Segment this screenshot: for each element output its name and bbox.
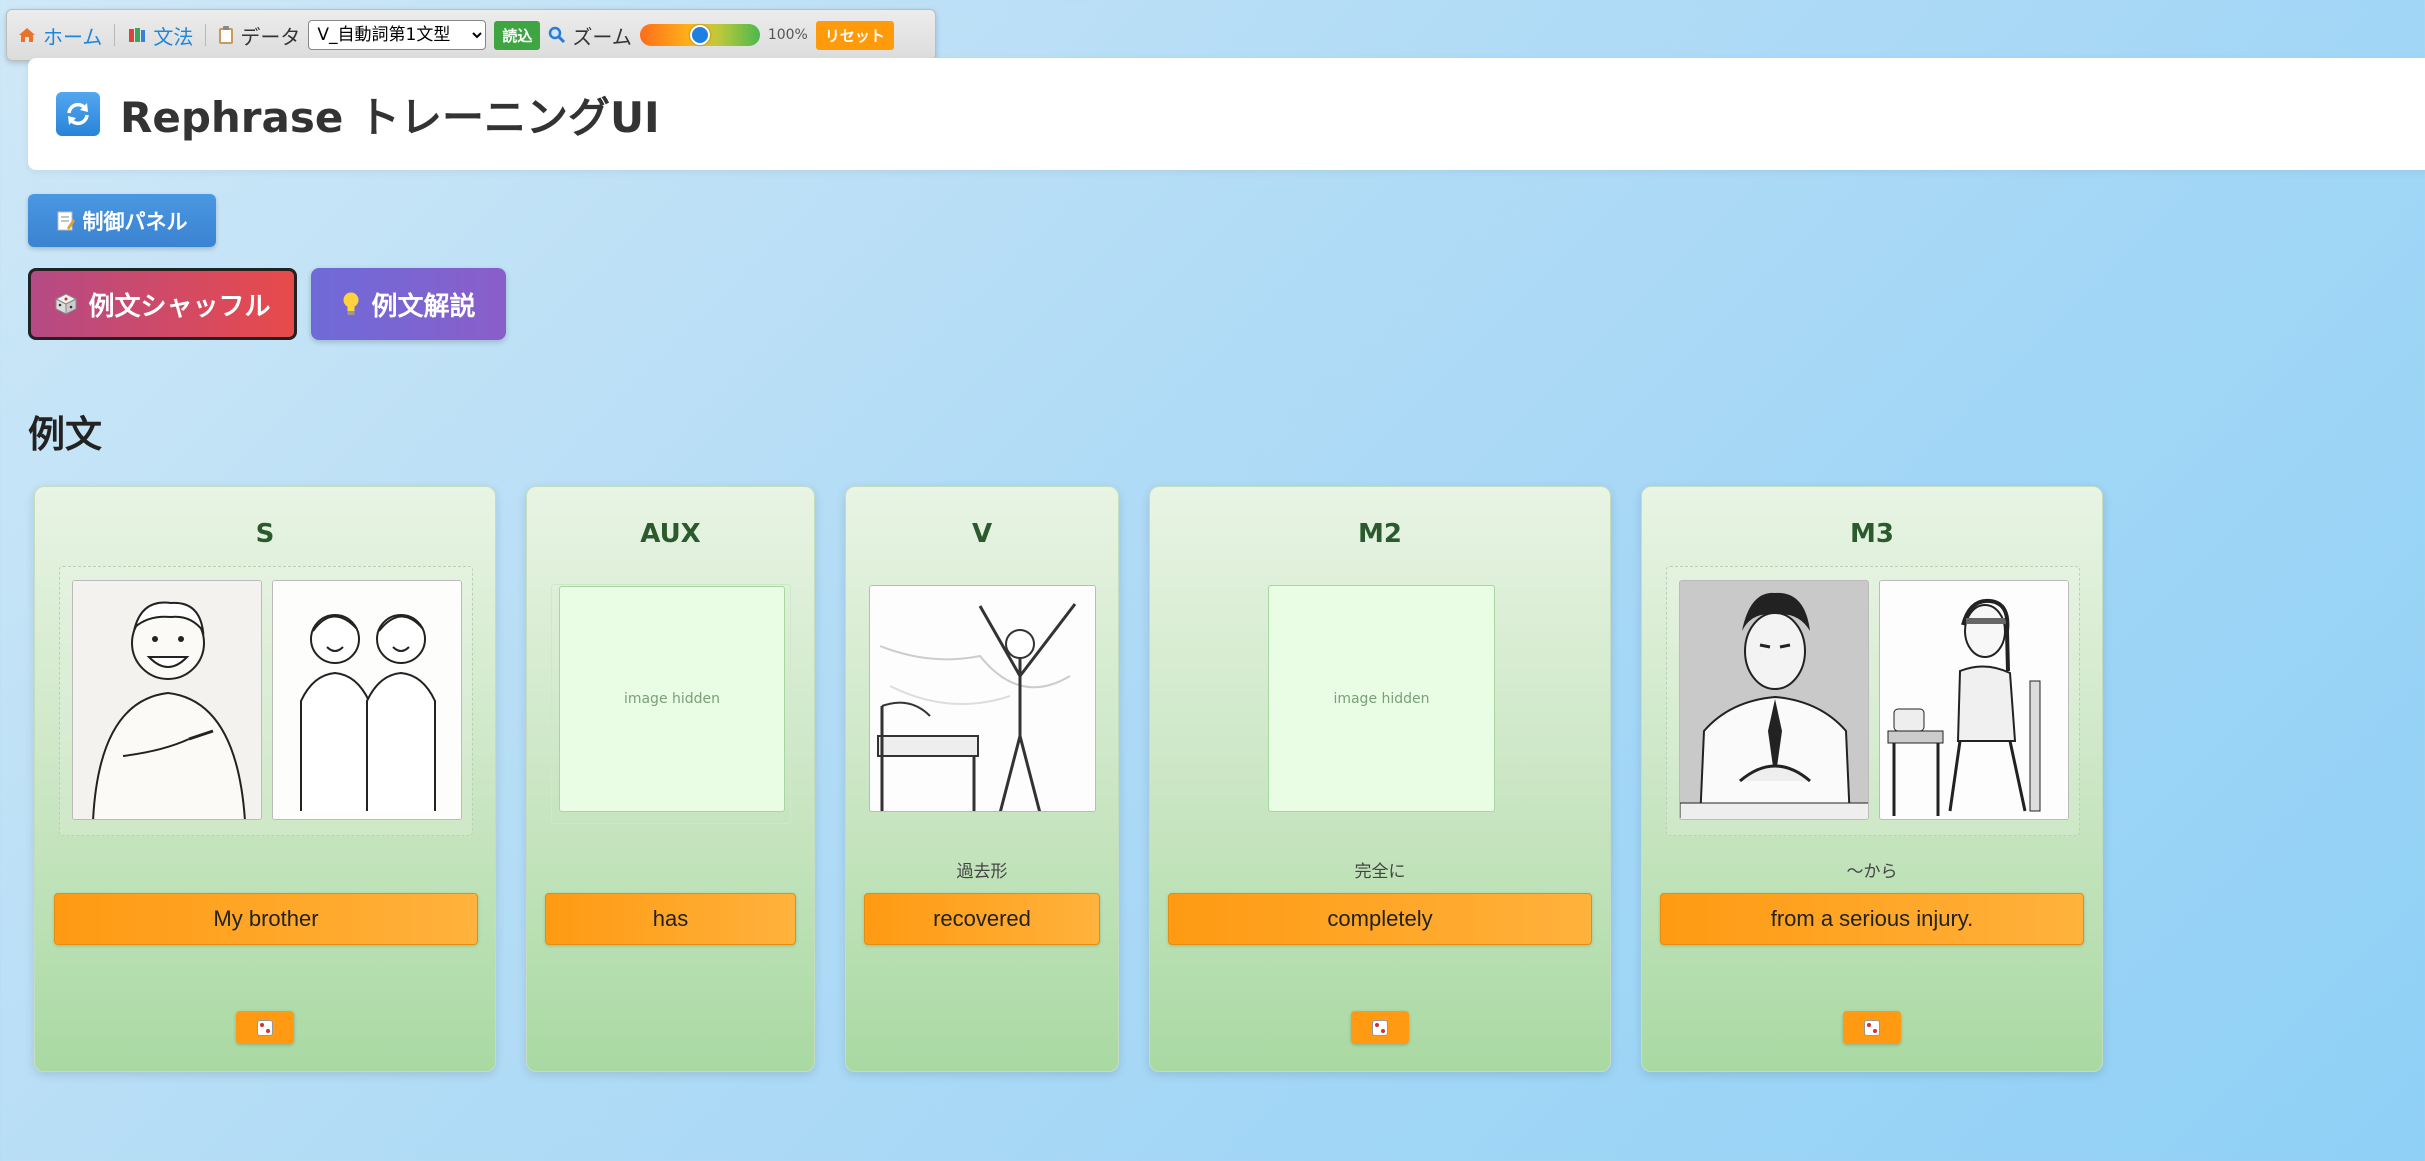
grammar-label: 文法 — [153, 24, 194, 49]
home-icon — [17, 25, 37, 45]
explain-label: 例文解説 — [371, 291, 476, 322]
control-panel-label: 制御パネル — [82, 209, 188, 234]
dice-icon — [1372, 1019, 1388, 1036]
explain-examples-button[interactable]: 例文解説 — [311, 268, 506, 340]
zoom-slider[interactable] — [639, 24, 760, 46]
slot-label: AUX — [640, 519, 701, 549]
hidden-image-placeholder: image hidden — [1268, 585, 1495, 812]
shuffle-examples-button[interactable]: 例文シャッフル — [28, 268, 297, 340]
dice-icon — [257, 1019, 273, 1036]
slot-image-group — [1666, 566, 2080, 836]
slot-card-aux: AUX image hidden has — [526, 486, 815, 1072]
slot-word[interactable]: My brother — [54, 893, 478, 945]
magnifier-icon — [548, 26, 566, 44]
top-toolbar: ホーム 文法 データ V_自動詞第1文型 読込 ズーム 100% リセット — [6, 9, 936, 61]
zoom-slider-thumb[interactable] — [689, 25, 710, 45]
shuffle-label: 例文シャッフル — [88, 291, 271, 322]
control-panel-button[interactable]: 制御パネル — [28, 194, 216, 247]
slot-label: V — [971, 519, 993, 549]
toolbar-divider — [205, 24, 207, 46]
zoom-value: 100% — [767, 27, 808, 43]
man-pointing-illustration — [72, 580, 262, 820]
slot-card-m3: M3 〜から from a serious injury. — [1641, 486, 2103, 1072]
slot-card-v: V 過去形 recovered — [845, 486, 1119, 1072]
slot-card-s: S My brother — [34, 486, 496, 1072]
data-label: データ — [240, 24, 301, 49]
zoom-label: ズーム — [572, 24, 632, 49]
zoom-label-group: ズーム — [548, 21, 632, 50]
slot-shuffle-button[interactable] — [1351, 1011, 1409, 1044]
slot-word[interactable]: from a serious injury. — [1660, 893, 2084, 945]
slot-sublabel: 過去形 — [956, 862, 1008, 882]
data-select[interactable]: V_自動詞第1文型 — [308, 20, 487, 50]
slot-shuffle-button[interactable] — [236, 1011, 294, 1044]
toolbar-divider — [114, 24, 116, 46]
dice-icon — [54, 292, 78, 316]
hidden-image-placeholder: image hidden — [559, 586, 785, 812]
two-brothers-illustration — [272, 580, 462, 820]
reset-button[interactable]: リセット — [815, 20, 894, 50]
injured-woman-illustration — [1879, 580, 2069, 820]
slot-shuffle-button[interactable] — [1843, 1011, 1901, 1044]
data-label-group: データ — [218, 21, 300, 50]
slot-label: S — [255, 519, 275, 549]
hidden-image-text: image hidden — [623, 691, 721, 707]
slot-card-m2: M2 image hidden 完全に completely — [1149, 486, 1611, 1072]
slot-image-group — [59, 566, 473, 836]
clipboard-icon — [218, 25, 234, 45]
recovered-person-illustration — [869, 585, 1096, 812]
slot-label: M3 — [1850, 519, 1894, 549]
slot-word[interactable]: completely — [1168, 893, 1592, 945]
section-title: 例文 — [28, 413, 102, 456]
books-icon — [127, 25, 147, 45]
page-header: Rephrase トレーニングUI — [28, 58, 2425, 170]
home-link[interactable]: ホーム — [17, 21, 102, 50]
memo-icon — [57, 211, 75, 231]
slot-sublabel: 〜から — [1846, 862, 1898, 882]
serious-man-illustration — [1679, 580, 1869, 820]
slot-word[interactable]: recovered — [864, 893, 1100, 945]
hidden-image-text: image hidden — [1333, 690, 1430, 707]
home-label: ホーム — [43, 24, 103, 49]
grammar-link[interactable]: 文法 — [127, 21, 193, 50]
slot-sublabel: 完全に — [1354, 862, 1406, 882]
lightbulb-icon — [341, 291, 361, 317]
load-button[interactable]: 読込 — [494, 20, 541, 50]
refresh-icon — [56, 92, 100, 136]
dice-icon — [1864, 1019, 1880, 1036]
slot-word[interactable]: has — [545, 893, 796, 945]
page-title: Rephrase トレーニングUI — [120, 92, 660, 142]
slot-label: M2 — [1358, 519, 1402, 549]
